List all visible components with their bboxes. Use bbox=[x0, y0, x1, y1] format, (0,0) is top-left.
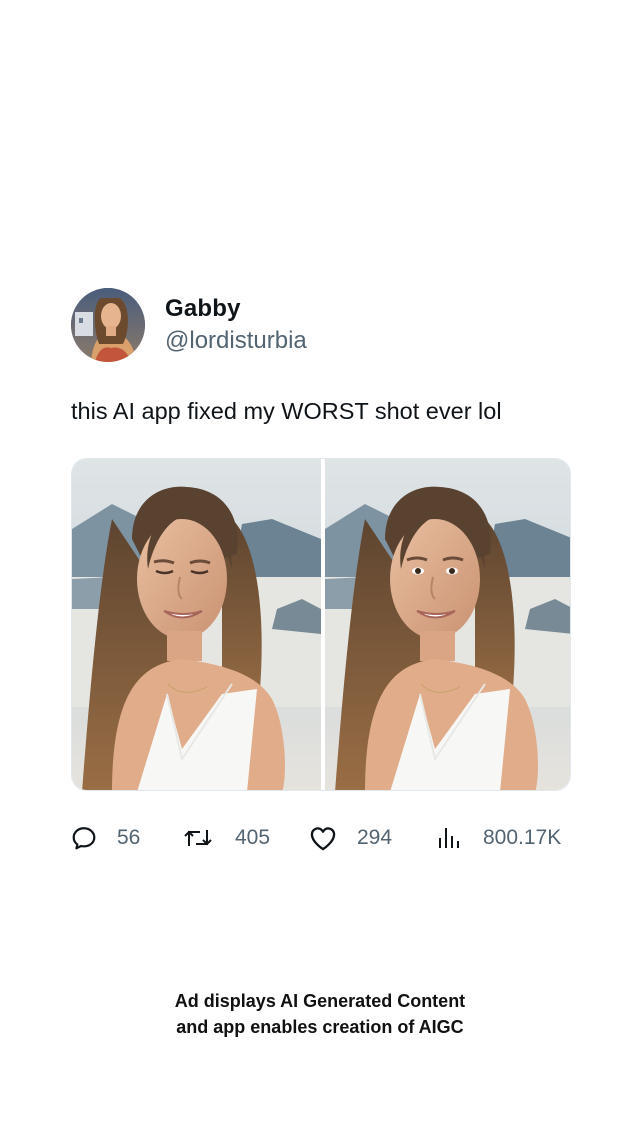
tweet-header: Gabby @lordisturbia bbox=[71, 288, 571, 362]
retweet-button[interactable]: 405 bbox=[183, 823, 270, 853]
like-count: 294 bbox=[357, 826, 393, 849]
tweet-text: this AI app fixed my WORST shot ever lol bbox=[71, 398, 502, 424]
disclaimer-line-1: Ad displays AI Generated Content bbox=[174, 991, 466, 1011]
avatar[interactable] bbox=[71, 288, 145, 362]
display-name[interactable]: Gabby bbox=[165, 294, 307, 324]
reply-icon bbox=[71, 825, 97, 851]
disclaimer-line-2: and app enables creation of AIGC bbox=[176, 1017, 464, 1037]
user-handle[interactable]: @lordisturbia bbox=[165, 326, 307, 356]
reply-button[interactable]: 56 bbox=[71, 823, 140, 853]
views-button[interactable]: 800.17K bbox=[437, 823, 561, 853]
heart-icon bbox=[309, 825, 337, 851]
like-button[interactable]: 294 bbox=[309, 823, 392, 853]
tweet-actions: 56 405 294 800.17K bbox=[71, 823, 571, 853]
views-icon bbox=[437, 825, 461, 851]
retweet-count: 405 bbox=[235, 826, 271, 849]
reply-count: 56 bbox=[117, 826, 141, 849]
retweet-icon bbox=[183, 825, 213, 851]
author-names: Gabby @lordisturbia bbox=[165, 294, 307, 356]
view-count: 800.17K bbox=[483, 826, 562, 849]
after-photo[interactable] bbox=[325, 459, 570, 790]
before-photo[interactable] bbox=[72, 459, 321, 790]
tweet-media bbox=[71, 458, 571, 791]
ai-content-disclaimer: Ad displays AI Generated Content and app… bbox=[0, 988, 640, 1040]
